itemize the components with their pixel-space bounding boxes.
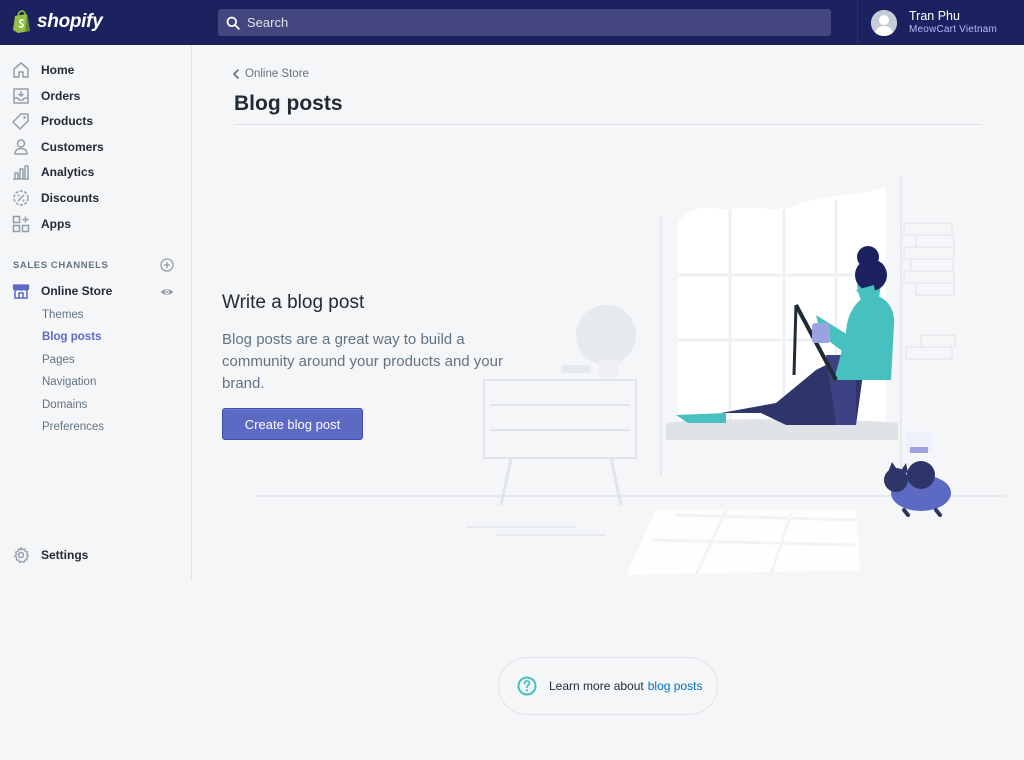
shopify-logo[interactable]: shopify xyxy=(12,10,103,34)
shopify-bag-icon xyxy=(13,10,30,33)
help-footer: Learn more about blog posts xyxy=(498,657,718,715)
breadcrumb-label: Online Store xyxy=(245,68,309,80)
brick-wall-illustration xyxy=(903,222,956,360)
sidebar-item-orders[interactable]: Orders xyxy=(12,85,80,107)
user-name: Tran Phu xyxy=(909,9,960,23)
gear-icon xyxy=(12,546,30,564)
help-link-blog-posts[interactable]: blog posts xyxy=(648,679,703,693)
dresser-illustration xyxy=(483,305,637,506)
help-text: Learn more about xyxy=(549,679,644,693)
sidebar-item-label: Home xyxy=(41,63,75,77)
sidebar-item-products[interactable]: Products xyxy=(12,110,93,132)
avatar xyxy=(871,9,897,36)
sidebar-item-label: Analytics xyxy=(41,165,95,179)
sidebar-item-discounts[interactable]: Discounts xyxy=(12,187,99,209)
orders-icon xyxy=(12,87,30,105)
search-input[interactable] xyxy=(247,15,807,30)
sidebar-item-label: Settings xyxy=(41,548,89,562)
avatar-person-icon xyxy=(871,9,897,36)
top-bar: shopify Tran Phu MeowCart Vietnam xyxy=(0,0,1024,45)
user-menu[interactable]: Tran Phu MeowCart Vietnam xyxy=(857,0,1024,45)
breadcrumb[interactable]: Online Store xyxy=(232,68,309,80)
sidebar-item-apps[interactable]: Apps xyxy=(12,213,71,235)
chevron-left-icon xyxy=(233,69,239,79)
sidebar-item-online-store[interactable]: Online Store xyxy=(12,280,112,302)
sidebar-item-settings[interactable]: Settings xyxy=(12,544,88,566)
store-icon xyxy=(12,282,30,300)
help-question-icon xyxy=(517,676,537,696)
store-name: MeowCart Vietnam xyxy=(909,24,998,35)
eye-icon[interactable] xyxy=(160,285,174,299)
sidebar-item-label: Orders xyxy=(41,89,81,103)
sidebar-subitem-blog-posts[interactable]: Blog posts xyxy=(42,331,101,343)
sidebar-item-label: Online Store xyxy=(41,284,113,298)
sidebar-item-customers[interactable]: Customers xyxy=(12,136,104,158)
sidebar-item-label: Apps xyxy=(41,217,71,231)
sidebar-item-home[interactable]: Home xyxy=(12,59,74,81)
sidebar-subitem-pages[interactable]: Pages xyxy=(42,354,75,366)
sidebar-subitem-preferences[interactable]: Preferences xyxy=(42,421,104,433)
sidebar-subitem-domains[interactable]: Domains xyxy=(42,399,87,411)
add-channel-icon[interactable] xyxy=(160,258,174,272)
discount-icon xyxy=(12,189,30,207)
search-bar[interactable] xyxy=(218,9,831,36)
floor-lines xyxy=(256,495,1006,536)
cat-illustration xyxy=(884,431,951,517)
sidebar-item-analytics[interactable]: Analytics xyxy=(12,161,94,183)
blog-illustration xyxy=(256,175,1006,576)
home-icon xyxy=(12,61,30,79)
sidebar: Home Orders Products Customers Analytics… xyxy=(0,45,192,581)
apps-icon xyxy=(12,215,30,233)
tag-icon xyxy=(12,112,30,130)
person-icon xyxy=(12,138,30,156)
brand-name: shopify xyxy=(37,11,103,32)
sales-channels-title: SALES CHANNELS xyxy=(13,260,109,271)
sidebar-item-label: Discounts xyxy=(41,191,100,205)
bar-chart-icon xyxy=(12,163,30,181)
title-divider xyxy=(234,124,982,125)
search-icon xyxy=(226,16,240,30)
sidebar-item-label: Products xyxy=(41,114,94,128)
sidebar-subitem-navigation[interactable]: Navigation xyxy=(42,376,96,388)
sidebar-subitem-themes[interactable]: Themes xyxy=(42,309,84,321)
page-title: Blog posts xyxy=(234,92,343,115)
sidebar-item-label: Customers xyxy=(41,140,104,154)
